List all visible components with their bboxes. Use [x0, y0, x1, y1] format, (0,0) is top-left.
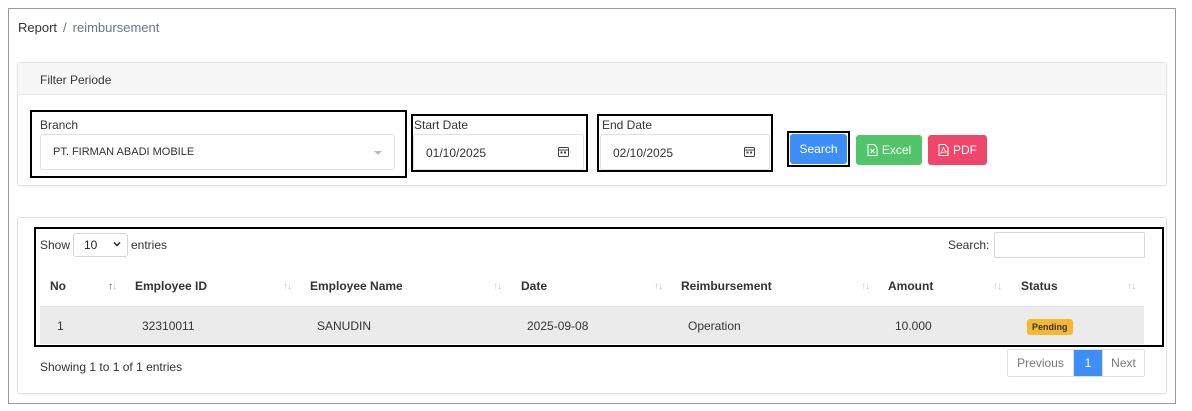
sort-icon[interactable]: ↑↓	[108, 281, 117, 292]
page-length-value: 10	[84, 238, 98, 252]
excel-button[interactable]: Excel	[856, 135, 922, 165]
search-button-label: Search	[799, 142, 838, 156]
table-search-input[interactable]	[994, 232, 1145, 258]
column-header-date[interactable]: Date	[521, 279, 547, 293]
file-pdf-icon	[938, 144, 949, 156]
filter-card-header: Filter Periode	[18, 63, 1166, 95]
pdf-button[interactable]: PDF	[928, 135, 987, 165]
table-row	[40, 307, 1144, 344]
pagination: Previous 1 Next	[1007, 349, 1145, 377]
page-length-select[interactable]: 10	[73, 233, 128, 257]
chevron-down-icon	[113, 241, 121, 247]
column-header-reimbursement[interactable]: Reimbursement	[681, 279, 772, 293]
cell-employee-id: 32310011	[142, 319, 195, 333]
calendar-icon[interactable]	[744, 146, 755, 157]
sort-icon[interactable]: ↑↓	[861, 281, 870, 292]
file-excel-icon	[867, 144, 878, 156]
pdf-button-label: PDF	[953, 143, 977, 157]
pagination-next[interactable]: Next	[1102, 350, 1144, 376]
end-date-label: End Date	[602, 118, 653, 132]
column-header-employee-name[interactable]: Employee Name	[310, 279, 403, 293]
breadcrumb: Report / reimbursement	[18, 20, 159, 35]
breadcrumb-root[interactable]: Report	[18, 20, 57, 35]
search-button[interactable]: Search	[790, 134, 847, 164]
branch-select[interactable]: PT. FIRMAN ABADI MOBILE	[40, 134, 395, 170]
end-date-value: 02/10/2025	[613, 146, 674, 160]
status-badge: Pending	[1027, 319, 1073, 335]
sort-icon[interactable]: ↑↓	[993, 281, 1002, 292]
sort-icon[interactable]: ↑↓	[654, 281, 663, 292]
sort-icon[interactable]: ↑↓	[283, 281, 292, 292]
start-date-value: 01/10/2025	[426, 146, 487, 160]
cell-employee-name: SANUDIN	[317, 319, 372, 333]
pagination-page-1[interactable]: 1	[1074, 350, 1102, 376]
table-info: Showing 1 to 1 of 1 entries	[40, 360, 183, 374]
cell-no: 1	[57, 319, 64, 333]
calendar-icon[interactable]	[558, 146, 569, 157]
excel-button-label: Excel	[881, 143, 912, 157]
breadcrumb-current: reimbursement	[72, 20, 160, 35]
column-header-employee-id[interactable]: Employee ID	[135, 279, 207, 293]
column-header-amount[interactable]: Amount	[888, 279, 933, 293]
search-label: Search:	[948, 238, 990, 252]
caret-down-icon	[374, 151, 382, 155]
cell-date: 2025-09-08	[527, 319, 589, 333]
column-header-status[interactable]: Status	[1021, 279, 1058, 293]
show-label: Show	[40, 238, 71, 252]
branch-label: Branch	[40, 118, 79, 132]
start-date-input[interactable]: 01/10/2025	[413, 134, 584, 170]
column-header-no[interactable]: No	[50, 279, 66, 293]
start-date-label: Start Date	[414, 118, 469, 132]
sort-icon[interactable]: ↑↓	[493, 281, 502, 292]
sort-icon[interactable]: ↑↓	[1127, 281, 1136, 292]
pagination-previous[interactable]: Previous	[1008, 350, 1074, 376]
entries-label: entries	[131, 238, 168, 252]
branch-select-value: PT. FIRMAN ABADI MOBILE	[53, 146, 195, 158]
end-date-input[interactable]: 02/10/2025	[600, 134, 770, 170]
breadcrumb-separator: /	[63, 20, 67, 35]
cell-amount: 10.000	[895, 319, 932, 333]
cell-reimbursement: Operation	[688, 319, 741, 333]
